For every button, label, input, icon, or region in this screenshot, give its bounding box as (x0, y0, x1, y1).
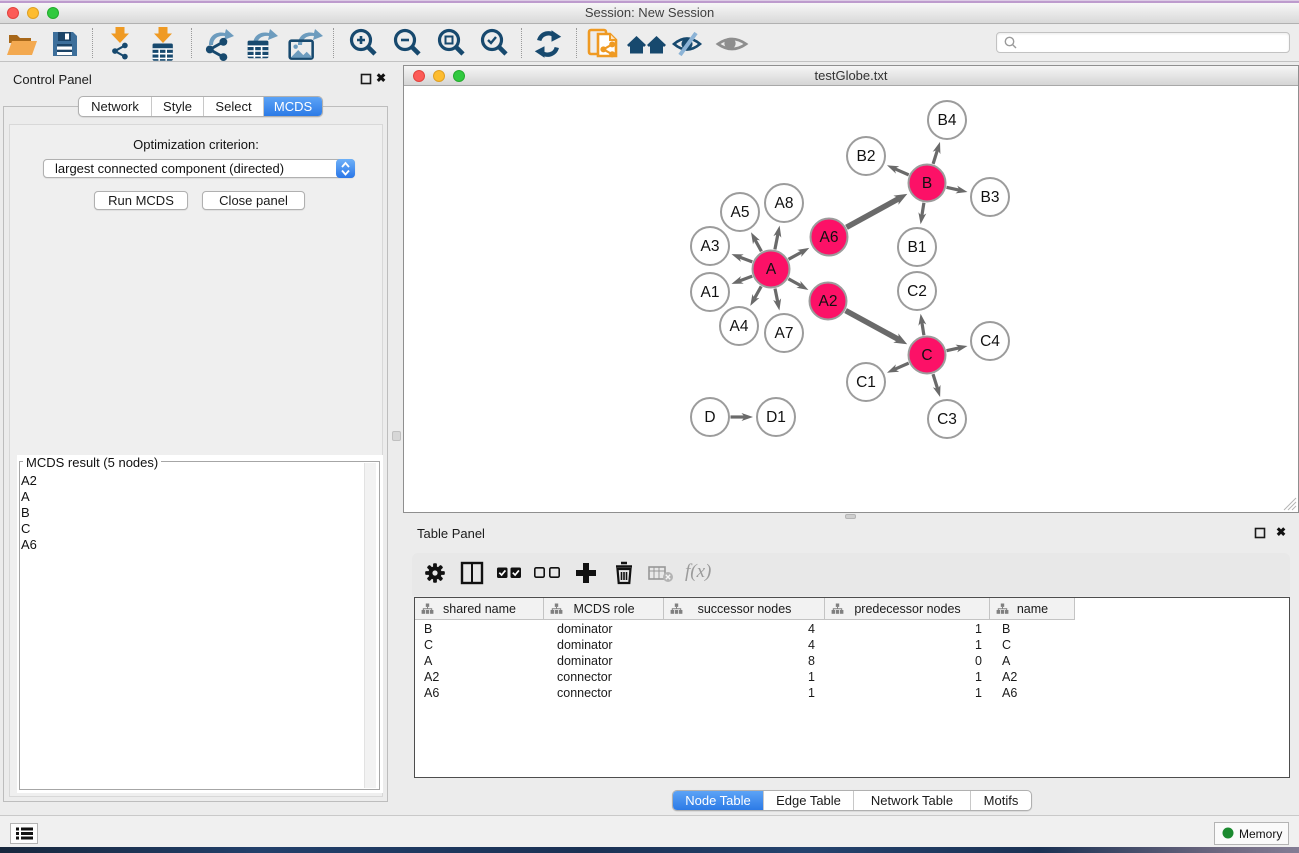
svg-text:B: B (922, 175, 932, 192)
svg-text:D: D (704, 409, 715, 426)
svg-text:A3: A3 (701, 238, 720, 255)
svg-text:A6: A6 (820, 229, 839, 246)
svg-text:B4: B4 (938, 112, 957, 129)
svg-text:B2: B2 (857, 148, 876, 165)
svg-text:D1: D1 (766, 409, 786, 426)
svg-text:C1: C1 (856, 374, 876, 391)
svg-text:B3: B3 (981, 189, 1000, 206)
svg-text:A1: A1 (701, 284, 720, 301)
svg-text:A5: A5 (731, 204, 750, 221)
svg-text:B1: B1 (908, 239, 927, 256)
svg-text:C3: C3 (937, 411, 957, 428)
svg-text:A2: A2 (819, 293, 838, 310)
svg-text:C: C (921, 347, 932, 364)
svg-text:A4: A4 (730, 318, 749, 335)
svg-text:A7: A7 (775, 325, 794, 342)
svg-text:A: A (766, 261, 777, 278)
svg-text:C2: C2 (907, 283, 927, 300)
svg-text:A8: A8 (775, 195, 794, 212)
svg-text:C4: C4 (980, 333, 1000, 350)
